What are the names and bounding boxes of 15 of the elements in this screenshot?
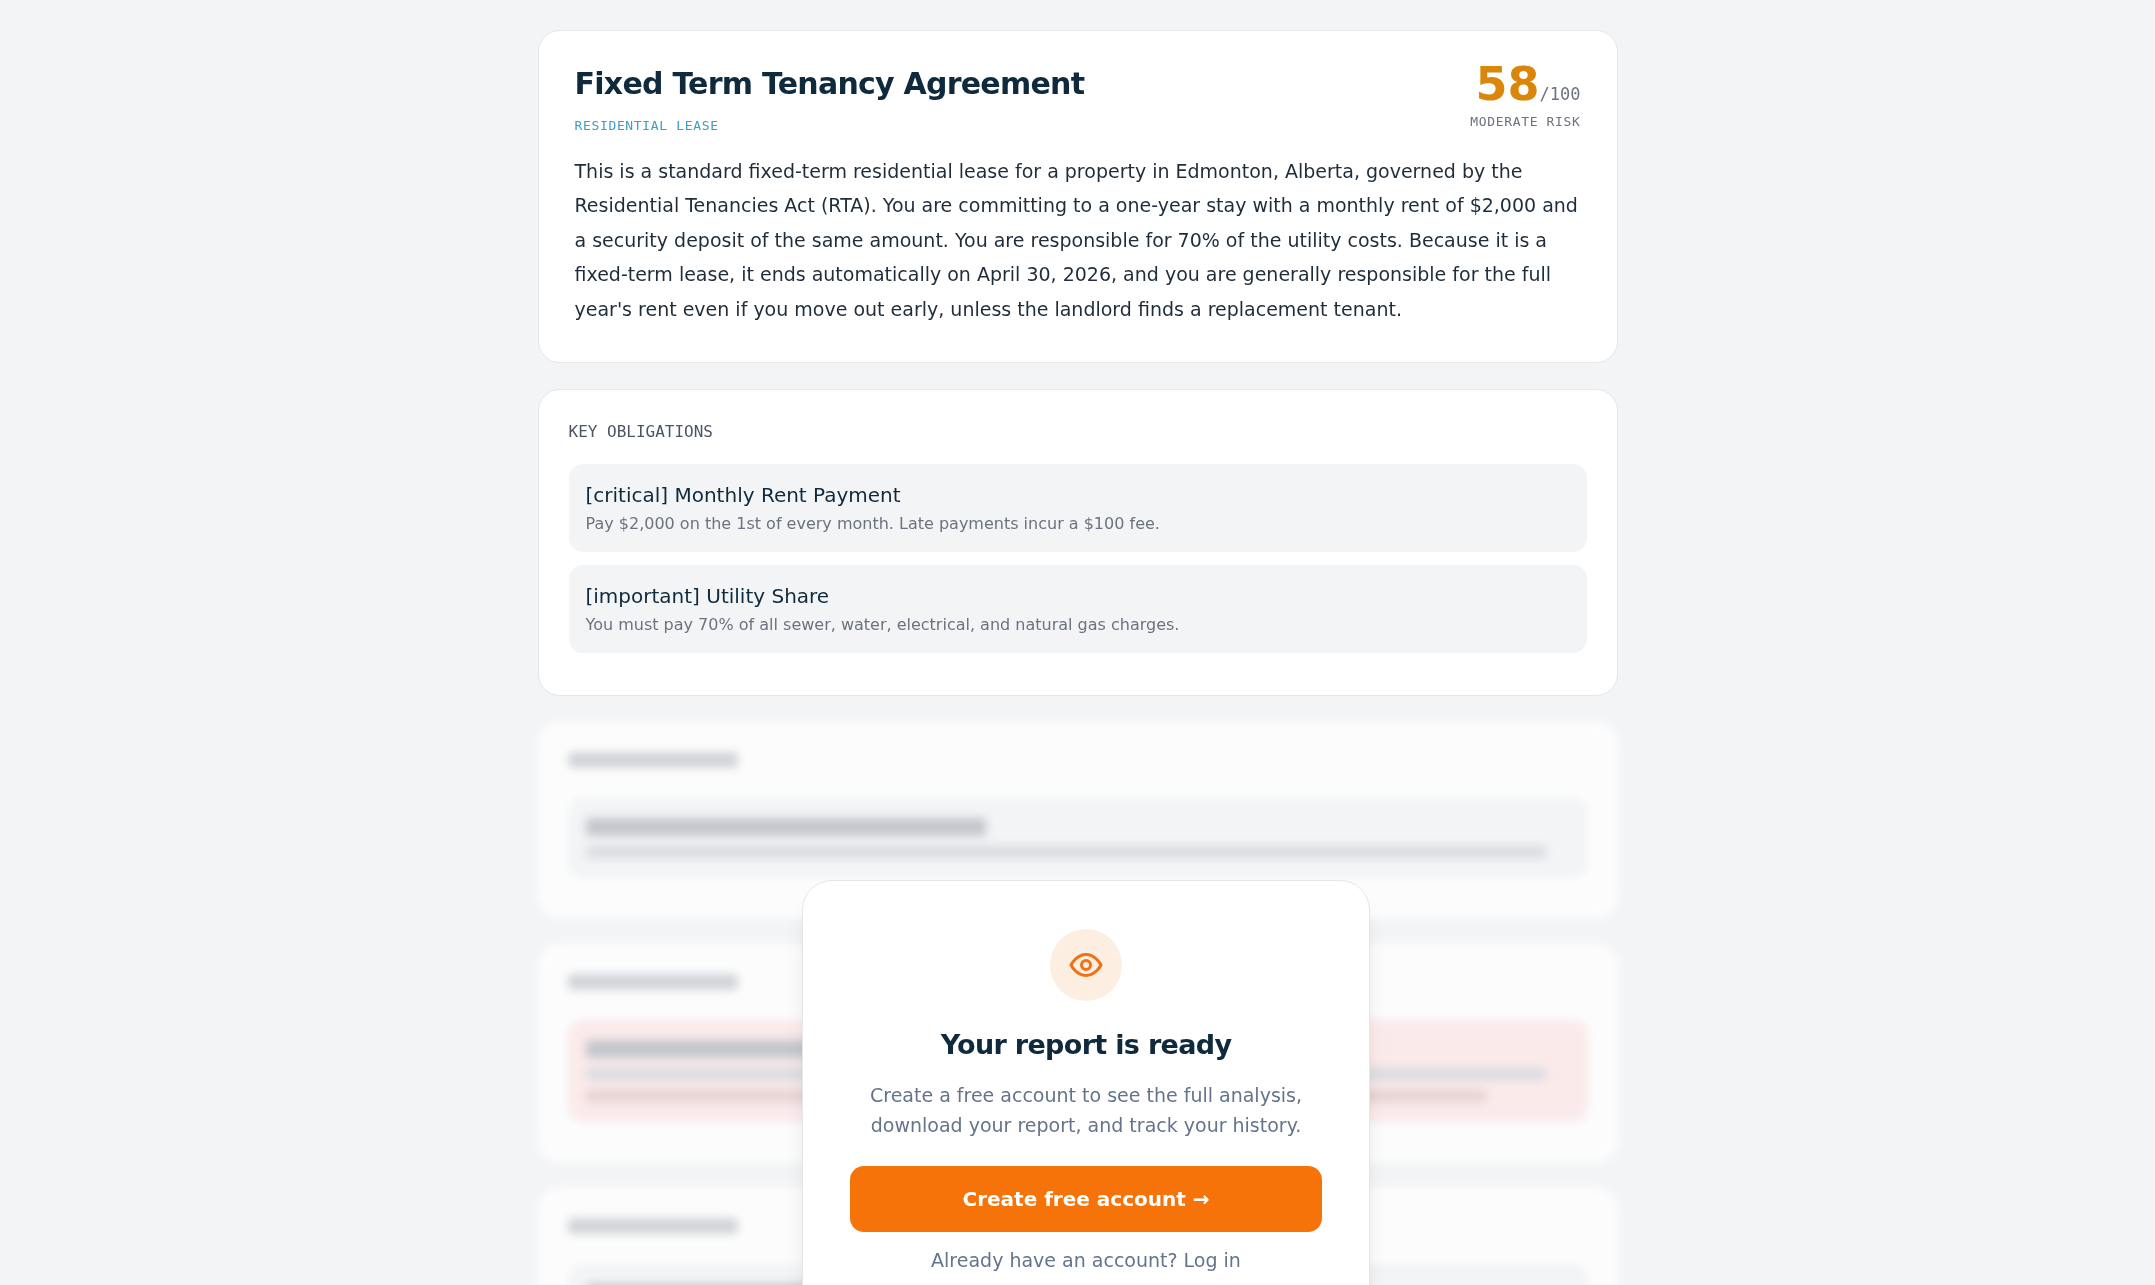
section-heading: KEY OBLIGATIONS: [568, 421, 714, 443]
dialog-message: Create a free account to see the full analysis, download your report, and track your history.: [868, 1082, 1303, 1138]
obligation-detail: You must pay 70% of all sewer, water, electrical, and natural gas charges.: [585, 614, 1181, 636]
create-account-button[interactable]: Create free account →: [850, 1165, 1322, 1232]
risk-label: MODERATE RISK: [1470, 112, 1581, 131]
risk-score: 58: [1475, 61, 1540, 107]
obligation-title: [important] Utility Share: [585, 583, 831, 610]
obligation-title: [critical] Monthly Rent Payment: [585, 482, 902, 509]
obligation-detail: Pay $2,000 on the 1st of every month. Late payments incur a $100 fee.: [585, 513, 1161, 535]
dialog-title: Your report is ready: [940, 1028, 1232, 1062]
document-category: RESIDENTIAL LEASE: [574, 117, 720, 135]
login-link[interactable]: Already have an account? Log in: [931, 1245, 1241, 1274]
score-max: /100: [1539, 83, 1581, 106]
summary-text: This is a standard fixed-term residential lease for a property in Edmonton, Alberta, governed by the Residential Tenancies Act (RTA). You are committing to a one-year stay with a monthly rent of $2,000 and a security deposit of the same amount. You are responsible for 70% of the utility costs. Because it is a fixed-term lease, it ends automatically on April 30, 2026, and you are generally responsible for the full year's rent even if you move out early, unless the landlord finds a replacement tenant.: [574, 158, 1579, 322]
document-title: Fixed Term Tenancy Agreement: [574, 65, 1085, 103]
